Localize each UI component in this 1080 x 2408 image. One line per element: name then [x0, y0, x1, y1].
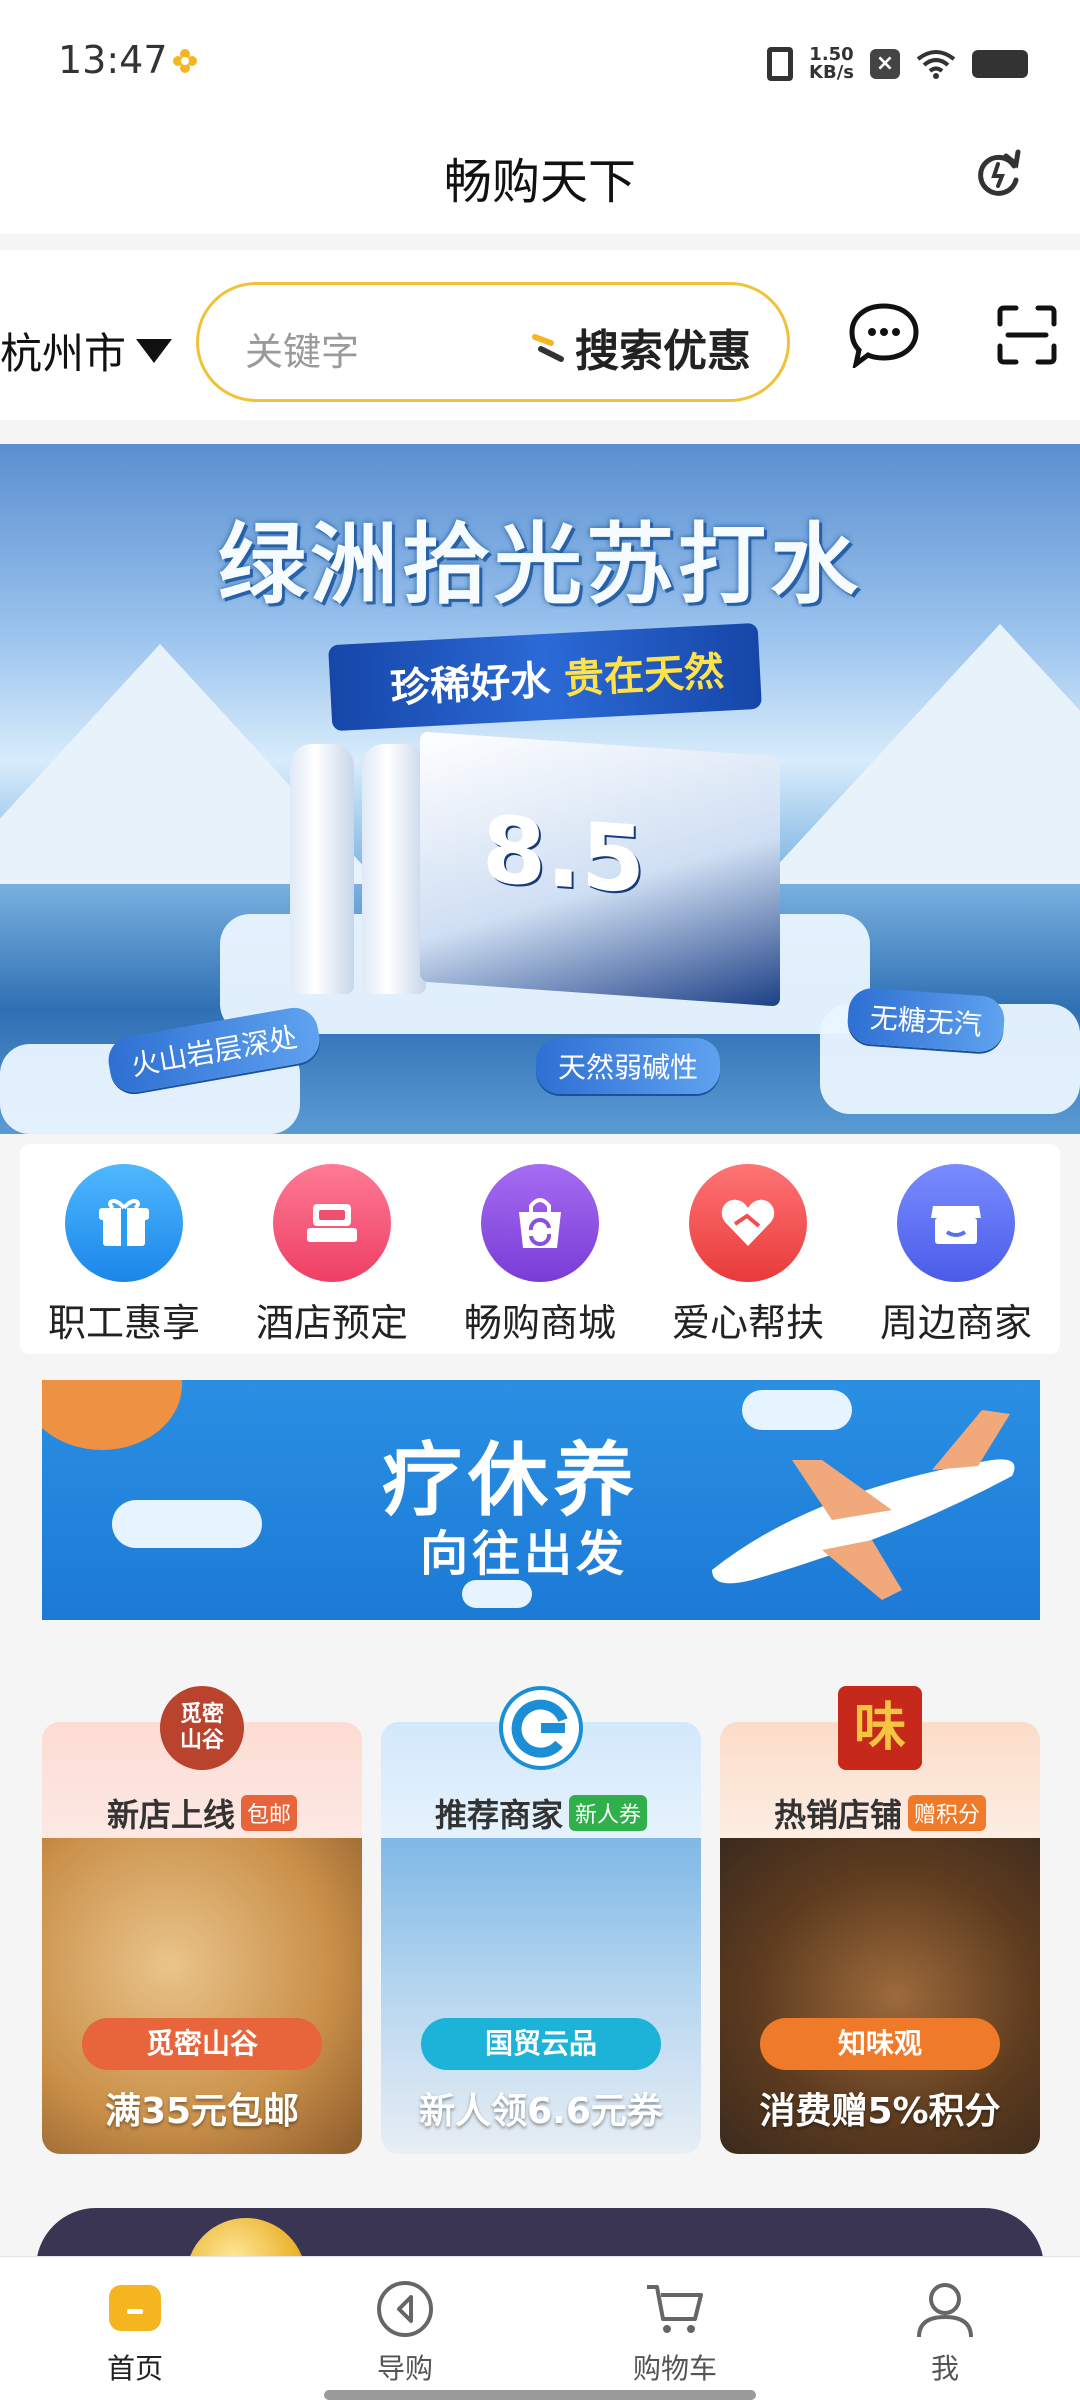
gift-icon	[65, 1164, 183, 1282]
search-input[interactable]: 关键字	[245, 321, 359, 376]
menu-item-nearby-merchants[interactable]: 周边商家	[866, 1144, 1046, 1354]
banner-title: 绿洲拾光苏打水	[217, 513, 862, 616]
tab-label: 购物车	[632, 2352, 717, 2385]
tab-label: 我	[930, 2352, 959, 2385]
tab-label: 首页	[106, 2352, 163, 2385]
caret-down-icon	[136, 338, 173, 363]
promo-subtitle: 向往出发	[420, 1526, 629, 1582]
store-logo: 味	[838, 1686, 922, 1770]
card-recommended-merchant[interactable]: 推荐商家 新人券 国贸云品 新人领6.6元券	[381, 1722, 701, 2154]
menu-item-mall[interactable]: 畅购商城	[450, 1144, 630, 1354]
menu-item-charity[interactable]: 爱心帮扶	[658, 1144, 838, 1354]
product-number: 8.5	[482, 795, 645, 915]
cloud-decoration	[112, 1500, 262, 1548]
hero-banner[interactable]: 绿洲拾光苏打水 珍稀好水 贵在天然 8.5 火山岩层深处 天然弱碱性 无糖无汽	[0, 444, 1080, 1134]
scan-icon[interactable]	[996, 304, 1058, 366]
store-logo: 觅密 山谷	[160, 1686, 244, 1770]
card-title: 推荐商家	[434, 1796, 563, 1834]
store-name-pill: 国贸云品	[421, 2018, 661, 2070]
bottle-image	[362, 744, 426, 994]
menu-label: 职工惠享	[47, 1301, 200, 1345]
banner-tag: 天然弱碱性	[536, 1038, 721, 1094]
tab-label: 导购	[376, 2352, 433, 2385]
store-logo	[499, 1686, 583, 1770]
status-time: 13:47	[58, 38, 168, 82]
product-box-image: 8.5	[420, 731, 780, 1007]
heart-hands-icon	[689, 1164, 807, 1282]
sun-decoration	[42, 1380, 182, 1450]
card-title-row: 新店上线 包邮	[42, 1790, 362, 1836]
quick-menu: 职工惠享 酒店预定 畅购商城 爱心帮扶 周边商家	[20, 1144, 1060, 1354]
status-bar: 13:47 1.50 KB/s ×	[0, 0, 1080, 124]
tab-cart[interactable]: 购物车	[540, 2257, 810, 2408]
city-label: 杭州市	[0, 329, 127, 378]
ribbon-right-text: 贵在天然	[562, 648, 726, 703]
tab-guide[interactable]: 导购	[270, 2257, 540, 2408]
tab-me[interactable]: 我	[810, 2257, 1080, 2408]
card-title-row: 推荐商家 新人券	[381, 1790, 701, 1836]
card-badge: 赠积分	[908, 1795, 987, 1831]
blocked-notification-icon: ×	[870, 49, 900, 79]
user-icon	[917, 2283, 973, 2338]
bottle-image	[290, 744, 354, 994]
hotel-bed-icon	[273, 1164, 391, 1282]
airplane-icon	[712, 1410, 1015, 1600]
search-swoosh-icon	[532, 334, 564, 362]
merchant-logo-icon	[503, 1690, 579, 1766]
card-title: 新店上线	[106, 1796, 235, 1834]
card-title-row: 热销店铺 赠积分	[720, 1790, 1040, 1836]
search-area: 杭州市 关键字 搜索优惠	[0, 250, 1080, 420]
title-bar: 畅购天下	[0, 124, 1080, 234]
menu-item-staff-benefits[interactable]: 职工惠享	[34, 1144, 214, 1354]
status-icons: 1.50 KB/s ×	[767, 40, 1028, 88]
menu-label: 畅购商城	[463, 1301, 616, 1345]
mountain-shape	[760, 624, 1080, 884]
home-icon	[109, 2285, 161, 2331]
card-title: 热销店铺	[773, 1796, 902, 1834]
promo-banner[interactable]: 疗休养 向往出发	[42, 1380, 1040, 1620]
city-selector[interactable]: 杭州市	[0, 320, 173, 381]
battery-icon	[972, 50, 1028, 78]
menu-label: 爱心帮扶	[671, 1301, 824, 1345]
chat-icon[interactable]	[848, 302, 920, 368]
store-name-pill: 知味观	[760, 2018, 1000, 2070]
card-offer: 消费赠5%积分	[759, 2091, 1001, 2132]
card-offer: 新人领6.6元券	[419, 2091, 663, 2132]
card-new-store[interactable]: 新店上线 包邮 觅密山谷 满35元包邮	[42, 1722, 362, 2154]
search-button[interactable]: 搜索优惠	[531, 315, 751, 379]
menu-label: 周边商家	[879, 1301, 1032, 1345]
banner-ribbon: 珍稀好水 贵在天然	[328, 622, 762, 732]
network-speed-unit: KB/s	[809, 62, 854, 83]
compass-icon	[377, 2281, 433, 2337]
store-name-pill: 觅密山谷	[82, 2018, 322, 2070]
feature-cards: 新店上线 包邮 觅密山谷 满35元包邮 推荐商家 新人券 国贸云品 新人领6.6…	[42, 1686, 1040, 2160]
cloud-decoration	[462, 1580, 532, 1608]
refresh-icon[interactable]	[970, 146, 1026, 202]
menu-label: 酒店预定	[255, 1301, 408, 1345]
network-speed: 1.50 KB/s	[809, 46, 854, 82]
card-badge: 新人券	[569, 1795, 648, 1831]
vibrate-icon	[767, 47, 794, 81]
card-badge: 包邮	[241, 1795, 298, 1831]
home-indicator[interactable]	[324, 2390, 756, 2400]
banner-tag: 无糖无汽	[846, 986, 1006, 1054]
cart-icon	[647, 2285, 703, 2333]
shopping-bag-icon	[481, 1164, 599, 1282]
tab-home[interactable]: 首页	[0, 2257, 270, 2408]
wifi-icon	[916, 50, 956, 79]
search-button-label: 搜索优惠	[575, 326, 751, 377]
flower-notification-icon	[173, 49, 197, 73]
search-box[interactable]: 关键字 搜索优惠	[196, 282, 790, 402]
menu-item-hotel-booking[interactable]: 酒店预定	[242, 1144, 422, 1354]
storefront-icon	[897, 1164, 1015, 1282]
ribbon-left-text: 珍稀好水	[389, 657, 552, 713]
card-hot-store[interactable]: 热销店铺 赠积分 知味观 消费赠5%积分	[720, 1722, 1040, 2154]
card-offer: 满35元包邮	[104, 2091, 300, 2132]
page-title: 畅购天下	[443, 154, 636, 210]
bottom-tab-bar: 首页 导购 购物车 我	[0, 2256, 1080, 2408]
